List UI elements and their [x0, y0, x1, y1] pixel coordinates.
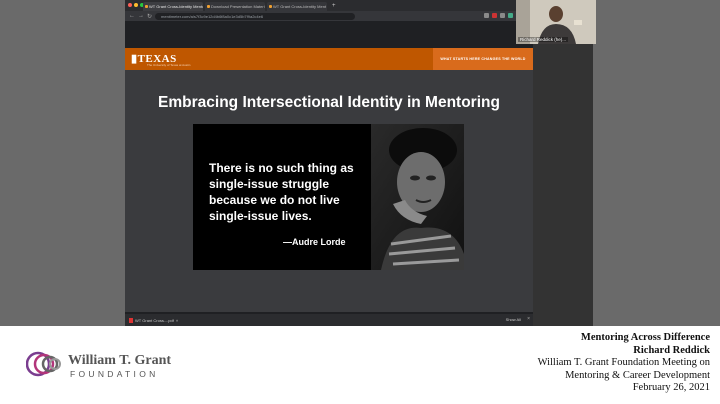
talk-title: Mentoring Across Difference	[580, 332, 710, 343]
audre-lorde-portrait	[371, 124, 464, 270]
download-file-name: WT Grant Cross....pdf	[135, 317, 174, 323]
browser-window: WT Grant Cross-Identity Mentor Download …	[125, 0, 533, 326]
slide-tagline: WHAT STARTS HERE CHANGES THE WORLD	[433, 48, 533, 70]
slide-header-bar: ▮TEXAS The University of Texas at Austin…	[125, 48, 533, 70]
brand-subtitle: The University of Texas at Austin	[147, 63, 191, 67]
address-bar-row: ← → ↻ mentimeter.com/a/s7f3c9e12d4b6f8a0…	[125, 11, 533, 21]
minimize-window-button[interactable]	[134, 3, 138, 7]
participant-name: Richard Reddick (he)...	[518, 37, 569, 42]
forward-arrow-icon[interactable]: →	[138, 13, 144, 19]
slide-title: Embracing Intersectional Identity in Men…	[158, 94, 500, 111]
new-tab-button[interactable]: +	[329, 2, 339, 11]
url-field[interactable]: mentimeter.com/a/s7f3c9e12d4b6f8a0c1e3d5…	[155, 12, 356, 20]
browser-tab-2[interactable]: Download Presentation Materi	[205, 2, 265, 11]
chevron-up-icon[interactable]: ˄	[176, 318, 178, 323]
back-arrow-icon[interactable]: ←	[129, 13, 135, 19]
event-date: February 26, 2021	[632, 382, 710, 394]
foundation-logo-icon	[26, 351, 61, 377]
window-controls	[128, 3, 144, 7]
video-panel	[533, 0, 593, 326]
extension-icon[interactable]	[500, 13, 505, 18]
close-icon[interactable]: ×	[527, 316, 530, 322]
quote-author: —Audre Lorde	[283, 237, 346, 247]
close-window-button[interactable]	[128, 3, 132, 7]
extension-icon[interactable]	[484, 13, 489, 18]
event-name: William T. Grant Foundation Meeting on	[537, 357, 710, 369]
event-name-cont: Mentoring & Career Development	[565, 369, 710, 381]
browser-tab-1[interactable]: WT Grant Cross-Identity Mentor	[143, 2, 203, 11]
download-item[interactable]: WT Grant Cross....pdf ˄	[129, 317, 178, 323]
caption-text: Mentoring Across Difference Richard Redd…	[538, 332, 710, 395]
speaker-name: Richard Reddick	[633, 344, 710, 356]
download-bar: WT Grant Cross....pdf ˄ Show All ×	[125, 314, 533, 326]
extension-icon[interactable]	[508, 13, 513, 18]
foundation-name: William T. Grant	[68, 353, 172, 368]
tab-bar: WT Grant Cross-Identity Mentor Download …	[125, 0, 533, 11]
reload-icon[interactable]: ↻	[147, 13, 152, 20]
quote-card: There is no such thing as single-issue s…	[193, 124, 464, 270]
foundation-subtitle: FOUNDATION	[70, 369, 159, 379]
participant-video[interactable]: Richard Reddick (he)...	[516, 0, 596, 44]
extension-icon[interactable]	[492, 13, 497, 18]
presentation-slide: ▮TEXAS The University of Texas at Austin…	[125, 48, 533, 312]
pdf-file-icon	[129, 317, 133, 323]
browser-tab-3[interactable]: WT Grant Cross-Identity Ment	[267, 2, 327, 11]
show-all-button[interactable]: Show All	[506, 317, 521, 322]
quote-text: There is no such thing as single-issue s…	[209, 161, 354, 223]
screen: WT Grant Cross-Identity Mentor Download …	[0, 0, 720, 404]
